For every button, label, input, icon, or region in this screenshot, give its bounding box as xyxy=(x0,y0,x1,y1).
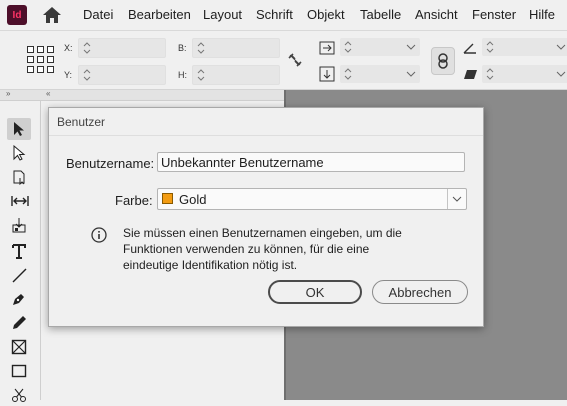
control-panel: X: Y: B: H: xyxy=(0,31,567,90)
scale-x-dropdown[interactable] xyxy=(340,38,420,56)
pencil-tool-icon xyxy=(13,316,26,329)
content-collector-icon xyxy=(12,218,26,233)
menu-ansicht[interactable]: Ansicht xyxy=(415,7,458,22)
ok-button[interactable]: OK xyxy=(268,280,362,304)
width-field[interactable] xyxy=(192,38,280,58)
color-select[interactable]: Gold xyxy=(157,188,467,210)
menu-hilfe[interactable]: Hilfe xyxy=(529,7,555,22)
link-icon xyxy=(438,53,448,69)
rectangle-frame-tool[interactable] xyxy=(7,336,31,358)
scale-y-icon xyxy=(319,66,335,82)
selection-arrow-icon xyxy=(14,122,24,136)
rotation-angle-icon xyxy=(463,43,476,54)
username-label: Benutzername: xyxy=(66,156,155,171)
y-field[interactable] xyxy=(78,65,166,85)
pen-tool[interactable] xyxy=(7,288,31,310)
chevron-down-icon xyxy=(452,196,462,202)
rotation-dropdown[interactable] xyxy=(482,38,567,56)
menu-tabelle[interactable]: Tabelle xyxy=(360,7,401,22)
color-select-button[interactable] xyxy=(447,189,466,209)
gap-tool[interactable] xyxy=(7,190,31,212)
stepper-icon[interactable] xyxy=(485,66,495,82)
stepper-icon[interactable] xyxy=(485,39,495,55)
page-tool[interactable] xyxy=(7,166,31,188)
direct-selection-icon xyxy=(13,145,26,161)
direct-selection-tool[interactable] xyxy=(7,142,31,164)
pen-tool-icon xyxy=(13,294,24,305)
tools-panel xyxy=(0,101,41,402)
user-dialog: Benutzer Benutzername: Farbe: Gold Sie m… xyxy=(48,107,484,327)
scale-y-dropdown[interactable] xyxy=(340,65,420,83)
color-label: Farbe: xyxy=(115,193,153,208)
stepper-icon[interactable] xyxy=(343,39,353,55)
chevron-down-icon[interactable] xyxy=(406,42,416,52)
shear-angle-icon xyxy=(464,70,477,79)
app-logo: Id xyxy=(7,5,27,25)
collapse-panels-icon[interactable]: « xyxy=(46,89,51,98)
reference-point-icon[interactable] xyxy=(27,46,55,74)
menu-datei[interactable]: Datei xyxy=(83,7,113,22)
y-label: Y: xyxy=(64,70,73,80)
type-tool[interactable] xyxy=(7,240,31,262)
username-input[interactable] xyxy=(157,152,465,172)
chevron-down-icon[interactable] xyxy=(556,69,566,79)
menu-bar: Id Datei Bearbeiten Layout Schrift Objek… xyxy=(0,0,567,31)
dialog-title: Benutzer xyxy=(57,115,106,129)
selection-tool[interactable] xyxy=(7,118,31,140)
cancel-button[interactable]: Abbrechen xyxy=(372,280,468,304)
chevron-down-icon[interactable] xyxy=(406,69,416,79)
stepper-icon[interactable] xyxy=(343,66,353,82)
stepper-icon[interactable] xyxy=(196,40,206,56)
info-message: Sie müssen einen Benutzernamen eingeben,… xyxy=(123,226,402,272)
color-swatch xyxy=(162,193,173,204)
color-select-value: Gold xyxy=(179,192,207,207)
rectangle-frame-icon xyxy=(11,339,27,355)
rectangle-icon xyxy=(11,364,27,378)
x-field[interactable] xyxy=(78,38,166,58)
stepper-icon[interactable] xyxy=(196,67,206,83)
content-collector-tool[interactable] xyxy=(7,214,31,236)
scissors-tool[interactable] xyxy=(7,384,31,406)
x-label: X: xyxy=(64,43,73,53)
menu-objekt[interactable]: Objekt xyxy=(307,7,345,22)
stepper-icon[interactable] xyxy=(82,40,92,56)
title-divider xyxy=(49,135,483,136)
chevron-down-icon[interactable] xyxy=(556,42,566,52)
panel-collapse-strip: » « xyxy=(0,89,284,101)
constrain-proportions-icon[interactable] xyxy=(286,51,304,69)
height-field[interactable] xyxy=(192,65,280,85)
gap-tool-icon xyxy=(11,196,29,206)
info-icon xyxy=(91,227,107,243)
b-label: B: xyxy=(178,43,187,53)
expand-panels-icon[interactable]: » xyxy=(6,89,11,98)
line-tool[interactable] xyxy=(7,264,31,286)
line-tool-icon xyxy=(12,268,27,283)
pencil-tool[interactable] xyxy=(7,312,31,334)
menu-layout[interactable]: Layout xyxy=(203,7,242,22)
scale-x-icon xyxy=(319,41,335,55)
shear-dropdown[interactable] xyxy=(482,65,567,83)
link-button[interactable] xyxy=(431,47,455,75)
menu-bearbeiten[interactable]: Bearbeiten xyxy=(128,7,191,22)
page-tool-icon xyxy=(13,170,25,185)
scissors-icon xyxy=(12,388,26,402)
rectangle-tool[interactable] xyxy=(7,360,31,382)
menu-fenster[interactable]: Fenster xyxy=(472,7,516,22)
stepper-icon[interactable] xyxy=(82,67,92,83)
h-label: H: xyxy=(178,70,187,80)
home-icon[interactable] xyxy=(41,5,63,25)
menu-schrift[interactable]: Schrift xyxy=(256,7,293,22)
type-tool-icon xyxy=(12,244,26,259)
